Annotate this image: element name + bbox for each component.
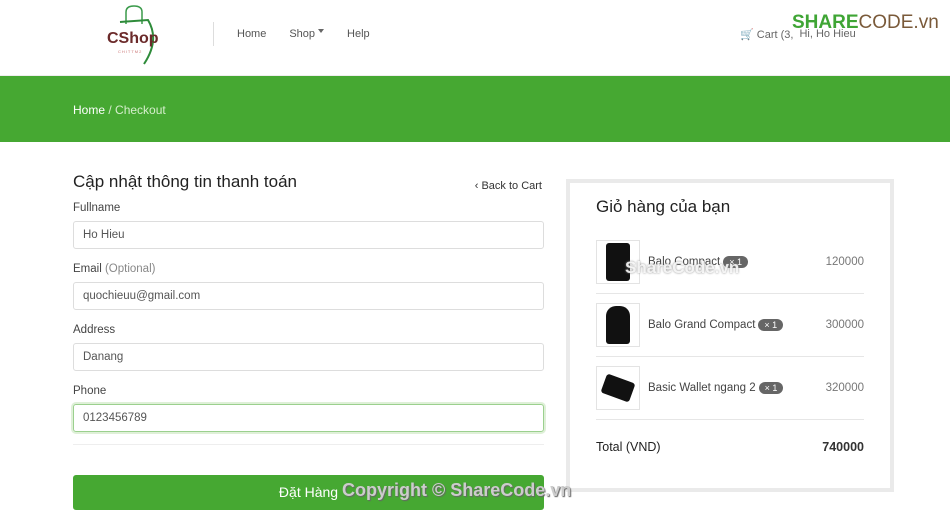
cart-total: Total (VND) 740000 <box>596 440 864 454</box>
cart-title: Giỏ hàng của bạn <box>596 197 731 216</box>
nav-shop[interactable]: Shop <box>289 28 325 40</box>
phone-input[interactable]: 0123456789 <box>73 404 544 432</box>
qty-badge: × 1 <box>758 319 784 331</box>
address-label: Address <box>73 324 116 336</box>
cart-icon: 🛒 <box>740 29 754 41</box>
watermark-logo: SHARECODE.vn <box>792 12 939 33</box>
cart-summary: Giỏ hàng của bạn Balo Compact × 1 120000 … <box>566 179 894 492</box>
fullname-input[interactable]: Ho Hieu <box>73 221 544 249</box>
email-input[interactable]: quochieuu@gmail.com <box>73 282 544 310</box>
item-price: 320000 <box>825 382 864 394</box>
breadcrumb-current: Checkout <box>115 103 166 117</box>
item-price: 300000 <box>825 319 864 331</box>
phone-label: Phone <box>73 385 107 397</box>
nav-home[interactable]: Home <box>237 28 266 40</box>
cart-link[interactable]: 🛒 Cart (3, <box>740 28 793 41</box>
watermark-center: ShareCode.vn <box>625 258 740 277</box>
form-title: Cập nhật thông tin thanh toán <box>73 172 298 191</box>
product-image <box>596 303 640 347</box>
watermark-footer: Copyright © ShareCode.vn <box>342 480 572 500</box>
nav-help[interactable]: Help <box>347 28 370 40</box>
cart-item: Basic Wallet ngang 2 × 1 320000 <box>596 357 864 420</box>
cart-item: Balo Grand Compact × 1 300000 <box>596 294 864 357</box>
page-banner: Home / Checkout <box>0 76 950 142</box>
item-price: 120000 <box>825 256 864 268</box>
breadcrumb: Home / Checkout <box>73 103 166 117</box>
divider <box>213 22 214 46</box>
caret-down-icon <box>318 29 325 36</box>
qty-badge: × 1 <box>758 382 784 394</box>
address-input[interactable]: Danang <box>73 343 544 371</box>
divider <box>73 444 544 445</box>
brand-logo[interactable]: CShop CHITTM2 <box>104 4 164 66</box>
product-image <box>596 366 640 410</box>
navbar: CShop CHITTM2 Home Shop Help 🛒 Cart (3, … <box>0 0 950 76</box>
breadcrumb-home[interactable]: Home <box>73 103 105 117</box>
fullname-label: Fullname <box>73 202 121 214</box>
checkout-form: Cập nhật thông tin thanh toán ‹ Back to … <box>73 172 544 510</box>
back-to-cart-link[interactable]: ‹ Back to Cart <box>475 180 542 192</box>
email-label: Email (Optional) <box>73 263 156 275</box>
